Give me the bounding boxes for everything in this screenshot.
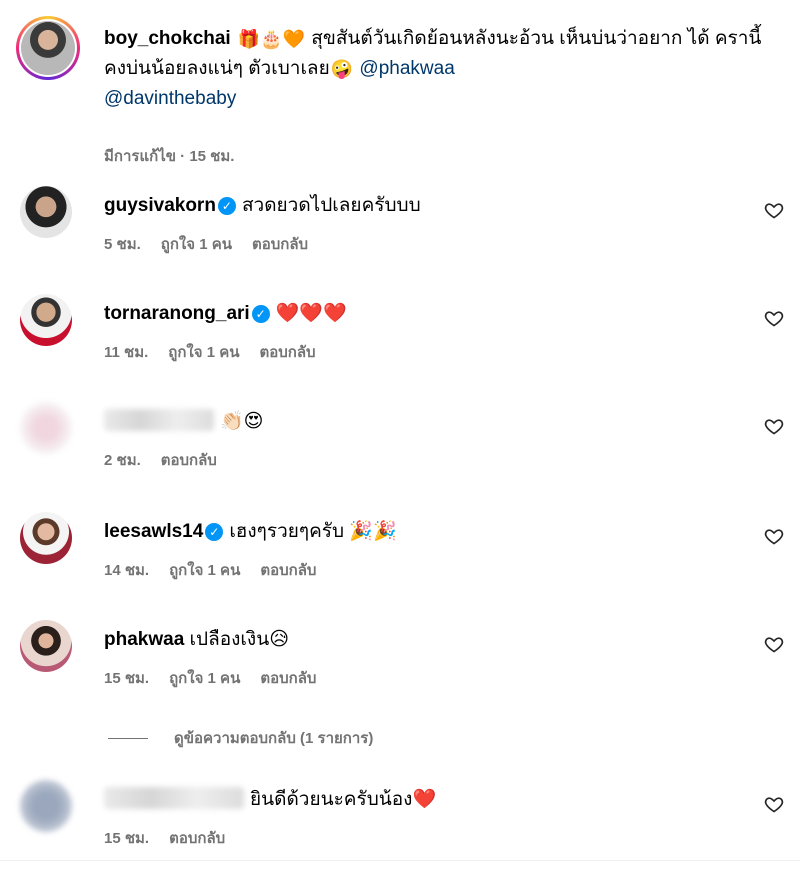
comment-item: guysivakorn ✓ สวดยวดไปเลยครับบบ 5 ชม. ถูกใ… [20,186,784,286]
comment-text: สวดยวดไปเลยครับบบ [241,195,421,216]
divider-line [108,737,148,739]
verified-badge-icon: ✓ [251,305,270,323]
comment-time[interactable]: 15 ชม. [104,826,149,850]
commenter-avatar[interactable] [20,186,72,238]
comment-likes[interactable]: ถูกใจ 1 คน [168,340,239,364]
comment-time[interactable]: 2 ชม. [104,448,141,472]
comment-text: ยินดีด้วยนะครับน้อง❤️ [250,789,437,810]
blurred-username [104,409,214,431]
avatar-image [21,21,75,75]
comment-username[interactable]: leesawls14 [104,521,203,542]
mention-link[interactable]: @phakwaa [359,58,454,79]
comment-username[interactable]: guysivakorn [104,195,216,216]
caption-meta: มีการแก้ไข · 15 ชม. [104,148,235,165]
caption-emoji-prefix: 🎁🎂🧡 [237,29,305,49]
comment-likes[interactable]: ถูกใจ 1 คน [169,558,240,582]
commenter-avatar[interactable] [20,620,72,672]
view-replies-button[interactable]: ดูข้อความตอบกลับ (1 รายการ) [108,726,373,750]
comment-time[interactable]: 11 ชม. [104,340,148,364]
comment-text: ❤️❤️❤️ [275,303,347,324]
heart-icon[interactable] [764,308,784,328]
comment-item: phakwaa เปลืองเงิน😥 15 ชม. ถูกใจ 1 คน ตอ… [20,620,784,720]
commenter-avatar[interactable] [20,780,72,832]
reply-button[interactable]: ตอบกลับ [169,826,225,850]
comment-username[interactable]: phakwaa [104,629,184,650]
comment-item: leesawls14 ✓ เฮงๆรวยๆครับ 🎉🎉 14 ชม. ถูกใจ … [20,512,784,612]
comment-time[interactable]: 15 ชม. [104,666,149,690]
heart-icon[interactable] [764,416,784,436]
heart-icon[interactable] [764,634,784,654]
view-replies-label: ดูข้อความตอบกลับ (1 รายการ) [174,730,374,747]
caption-username[interactable]: boy_chokchai [104,28,231,49]
reply-button[interactable]: ตอบกลับ [252,232,308,256]
reply-button[interactable]: ตอบกลับ [260,340,316,364]
commenter-avatar[interactable] [20,402,72,454]
caption-text: boy_chokchai 🎁🎂🧡 สุขสันต์วันเกิดย้อนหลังน… [104,24,764,114]
blurred-username [104,787,244,809]
bottom-divider [0,860,800,861]
comment-text: เฮงๆรวยๆครับ 🎉🎉 [229,521,397,542]
reply-button[interactable]: ตอบกลับ [161,448,217,472]
reply-button[interactable]: ตอบกลับ [260,558,316,582]
commenter-avatar[interactable] [20,512,72,564]
comment-text: เปลืองเงิน😥 [189,629,289,650]
verified-badge-icon: ✓ [205,523,224,541]
commenter-avatar[interactable] [20,294,72,346]
comment-time[interactable]: 5 ชม. [104,232,141,256]
comment-item: tornaranong_ari ✓ ❤️❤️❤️ 11 ชม. ถูกใจ 1 คน… [20,294,784,394]
comment-username[interactable]: tornaranong_ari [104,303,250,324]
comment-text: 👏🏻😍 [220,411,264,432]
comment-time[interactable]: 14 ชม. [104,558,149,582]
heart-icon[interactable] [764,200,784,220]
verified-badge-icon: ✓ [217,197,236,215]
comment-item: 👏🏻😍 2 ชม. ตอบกลับ [20,402,784,502]
caption-avatar[interactable] [16,16,80,80]
comment-item: ยินดีด้วยนะครับน้อง❤️ 15 ชม. ตอบกลับ [20,780,784,880]
mention-link[interactable]: @davinthebaby [104,88,236,109]
reply-button[interactable]: ตอบกลับ [260,666,316,690]
heart-icon[interactable] [764,794,784,814]
heart-icon[interactable] [764,526,784,546]
comment-likes[interactable]: ถูกใจ 1 คน [161,232,232,256]
caption-emoji-suffix: 🤪 [330,59,354,79]
comment-likes[interactable]: ถูกใจ 1 คน [169,666,240,690]
